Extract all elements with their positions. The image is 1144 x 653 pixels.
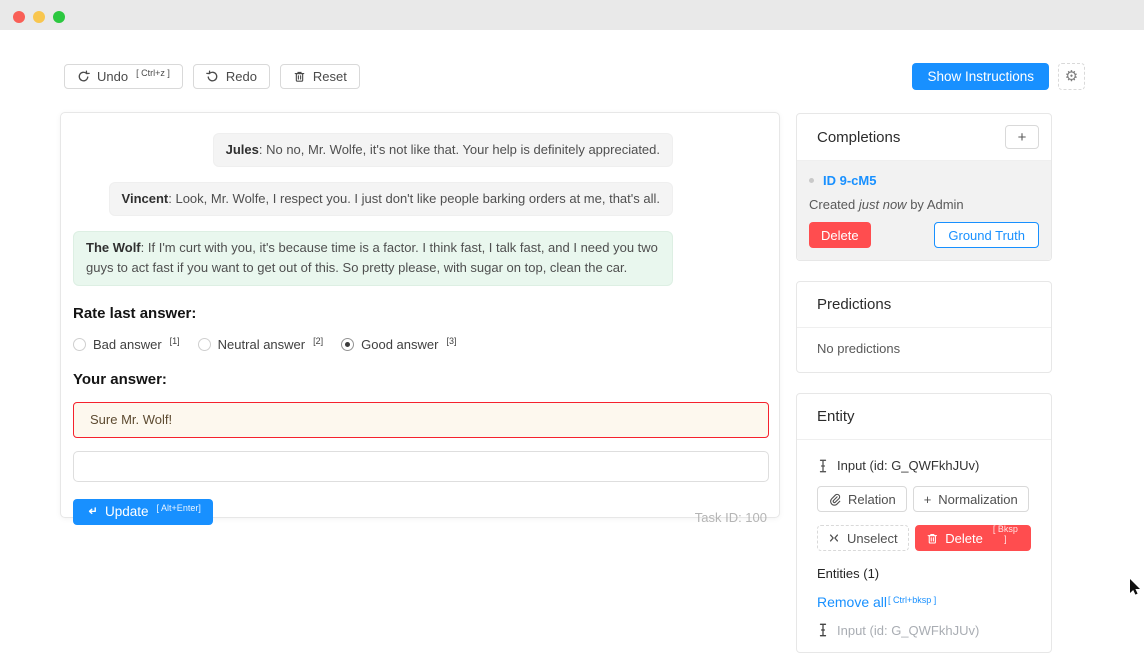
entity-item-label: Input (id: G_QWFkhJUv) xyxy=(837,623,979,638)
submit-row: Update [ Alt+Enter] Task ID: 100 xyxy=(73,499,767,525)
shrink-icon xyxy=(828,532,840,544)
zoom-window-icon[interactable] xyxy=(53,11,65,23)
window-titlebar xyxy=(0,0,1144,30)
completions-panel: Completions + ID 9-cM5 Created just now … xyxy=(796,113,1052,261)
sidebar: Completions + ID 9-cM5 Created just now … xyxy=(796,113,1052,653)
trash-icon xyxy=(926,532,939,545)
unselect-button[interactable]: Unselect xyxy=(817,525,909,551)
bullet-icon xyxy=(809,178,814,183)
selected-entity-row: Input (id: G_QWFkhJUv) xyxy=(817,458,1031,473)
update-label: Update xyxy=(105,504,149,519)
relation-button[interactable]: Relation xyxy=(817,486,907,512)
task-id-label: Task ID: 100 xyxy=(695,510,767,525)
enter-icon xyxy=(85,505,98,518)
message-text: If I'm curt with you, it's because time … xyxy=(86,240,658,275)
undo-hotkey: [ Ctrl+z ] xyxy=(136,68,170,78)
choice-label: Good answer xyxy=(361,337,438,352)
speaker-name: The Wolf xyxy=(86,240,141,255)
plus-icon: + xyxy=(1018,129,1027,146)
completion-id-link[interactable]: ID 9-cM5 xyxy=(823,173,876,188)
entity-title: Entity xyxy=(817,408,855,425)
choice-label: Neutral answer xyxy=(218,337,305,352)
choice-hotkey: [2] xyxy=(313,336,323,346)
normalization-button[interactable]: + Normalization xyxy=(913,486,1029,512)
add-completion-button[interactable]: + xyxy=(1005,125,1039,149)
delete-entity-label: Delete xyxy=(945,531,983,546)
completion-created: Created just now by Admin xyxy=(809,197,1039,212)
rate-heading: Rate last answer: xyxy=(73,305,767,322)
speaker-sep: : xyxy=(259,142,266,157)
delete-entity-button[interactable]: Delete [ Bksp ] xyxy=(915,525,1031,551)
delete-completion-button[interactable]: Delete xyxy=(809,222,871,248)
answer-extra-input[interactable] xyxy=(73,451,769,482)
message-text: No no, Mr. Wolfe, it's not like that. Yo… xyxy=(266,142,660,157)
choice-bad-answer[interactable]: Bad answer [1] xyxy=(73,337,180,352)
entity-list-item[interactable]: Input (id: G_QWFkhJUv) xyxy=(817,623,1031,638)
update-hotkey: [ Alt+Enter] xyxy=(157,503,201,513)
minimize-window-icon[interactable] xyxy=(33,11,45,23)
remove-all-link[interactable]: Remove all[ Ctrl+bksp ] xyxy=(817,594,936,610)
speaker-name: Vincent xyxy=(122,191,169,206)
close-window-icon[interactable] xyxy=(13,11,25,23)
paperclip-icon xyxy=(828,493,841,506)
entities-count-label: Entities (1) xyxy=(817,566,1031,581)
answer-textarea[interactable]: Sure Mr. Wolf! xyxy=(73,402,769,438)
undo-icon xyxy=(77,70,90,83)
rating-choices: Bad answer [1] Neutral answer [2] Good ans… xyxy=(73,337,767,352)
normalization-label: Normalization xyxy=(938,492,1017,507)
dialog-message-highlighted: The Wolf: If I'm curt with you, it's bec… xyxy=(73,231,673,285)
predictions-title: Predictions xyxy=(817,296,891,313)
entity-panel: Entity Input (id: G_QWFkhJUv) Relation +… xyxy=(796,393,1052,653)
top-right-actions: Show Instructions ⚙ xyxy=(912,63,1085,90)
predictions-panel: Predictions No predictions xyxy=(796,281,1052,373)
choice-hotkey: [1] xyxy=(170,336,180,346)
settings-button[interactable]: ⚙ xyxy=(1058,63,1085,90)
ground-truth-button[interactable]: Ground Truth xyxy=(934,222,1039,248)
speaker-sep: : xyxy=(141,240,148,255)
radio-icon[interactable] xyxy=(73,338,86,351)
dialog-message: Vincent: Look, Mr. Wolfe, I respect you.… xyxy=(109,182,673,216)
mouse-cursor xyxy=(1129,579,1144,595)
history-toolbar: Undo [ Ctrl+z ] Redo Reset xyxy=(64,64,360,89)
radio-icon[interactable] xyxy=(198,338,211,351)
choice-hotkey: [3] xyxy=(446,336,456,346)
choice-good-answer[interactable]: Good answer [3] xyxy=(341,337,456,352)
relation-label: Relation xyxy=(848,492,896,507)
dialog-message: Jules: No no, Mr. Wolfe, it's not like t… xyxy=(213,133,673,167)
message-text: Look, Mr. Wolfe, I respect you. I just d… xyxy=(175,191,660,206)
text-cursor-icon xyxy=(817,623,829,637)
dialog-view: Jules: No no, Mr. Wolfe, it's not like t… xyxy=(73,133,673,301)
reset-label: Reset xyxy=(313,69,347,84)
traffic-lights xyxy=(13,11,65,23)
radio-checked-icon[interactable] xyxy=(341,338,354,351)
task-card: Jules: No no, Mr. Wolfe, it's not like t… xyxy=(60,112,780,518)
selected-entity-label: Input (id: G_QWFkhJUv) xyxy=(837,458,979,473)
undo-label: Undo xyxy=(97,69,128,84)
choice-neutral-answer[interactable]: Neutral answer [2] xyxy=(198,337,323,352)
completion-item[interactable]: ID 9-cM5 Created just now by Admin Delet… xyxy=(797,161,1051,260)
undo-button[interactable]: Undo [ Ctrl+z ] xyxy=(64,64,183,89)
completions-title: Completions xyxy=(817,129,900,146)
speaker-name: Jules xyxy=(226,142,259,157)
delete-entity-hotkey: [ Bksp ] xyxy=(991,524,1020,544)
remove-all-hotkey: [ Ctrl+bksp ] xyxy=(888,595,936,605)
update-button[interactable]: Update [ Alt+Enter] xyxy=(73,499,213,525)
reset-button[interactable]: Reset xyxy=(280,64,360,89)
predictions-empty-text: No predictions xyxy=(797,328,1051,372)
gear-icon: ⚙ xyxy=(1065,69,1078,84)
choice-label: Bad answer xyxy=(93,337,162,352)
text-cursor-icon xyxy=(817,459,829,473)
unselect-label: Unselect xyxy=(847,531,898,546)
answer-heading: Your answer: xyxy=(73,371,767,388)
plus-icon: + xyxy=(924,492,932,507)
show-instructions-button[interactable]: Show Instructions xyxy=(912,63,1049,90)
redo-icon xyxy=(206,70,219,83)
redo-label: Redo xyxy=(226,69,257,84)
redo-button[interactable]: Redo xyxy=(193,64,270,89)
trash-icon xyxy=(293,70,306,83)
